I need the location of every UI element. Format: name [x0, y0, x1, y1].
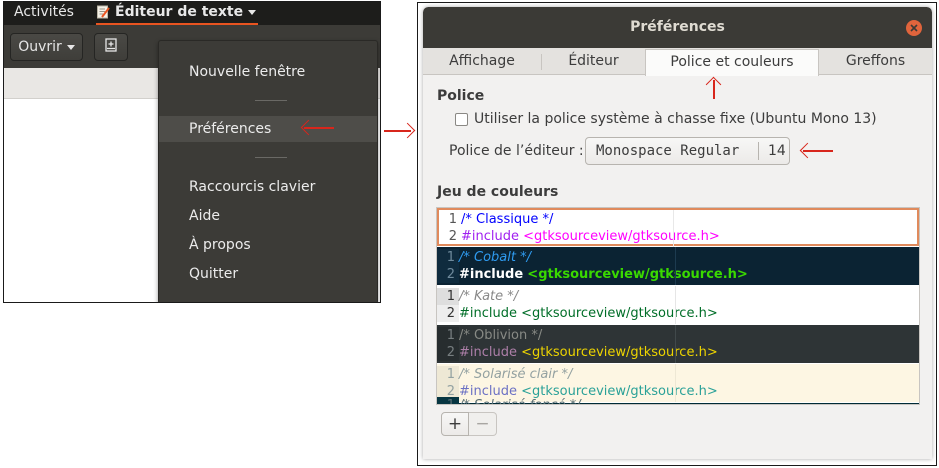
scheme-include: #include — [461, 229, 519, 244]
chevron-down-icon — [248, 9, 257, 15]
line-number: 1 — [437, 366, 459, 383]
scheme-comment: /* Solarisé foncé */ — [459, 397, 581, 404]
scheme-classic[interactable]: 1 /* Classique */ 2 #include <gtksourcevie… — [437, 208, 919, 248]
remove-scheme-button[interactable]: − — [469, 412, 497, 436]
right-margin — [675, 247, 676, 285]
line-number: 1 — [448, 212, 457, 227]
ubuntu-top-bar: Activités Éditeur de texte — [4, 2, 380, 25]
system-mono-option[interactable]: Utiliser la police système à chasse fixe… — [455, 111, 877, 127]
right-margin — [675, 325, 676, 363]
scheme-kate[interactable]: 1/* Kate */ 2 #include <gtksourceview/gtk… — [437, 286, 919, 324]
line-number: 1 — [437, 327, 459, 344]
tab-display[interactable]: Affichage — [423, 48, 541, 75]
scheme-include: #include — [459, 345, 517, 360]
right-margin — [675, 286, 676, 324]
editor-font-label: Police de l’éditeur : — [449, 143, 584, 159]
line-number: 2 — [437, 305, 459, 322]
save-icon — [103, 37, 119, 57]
right-margin — [673, 210, 674, 248]
text-editor-icon — [96, 5, 110, 19]
scheme-include: #include — [459, 306, 517, 321]
scheme-path: <gtksourceview/gtksource.h> — [527, 267, 748, 282]
close-icon — [910, 24, 918, 32]
font-size: 14 — [768, 143, 786, 159]
line-number: 1 — [437, 288, 459, 305]
line-number: 1 — [437, 397, 459, 404]
menu-item-quit[interactable]: Quitter — [159, 261, 377, 287]
annotation-arrow-right — [384, 122, 416, 139]
color-scheme-heading: Jeu de couleurs — [437, 184, 559, 200]
scheme-path: <gtksourceview/gtksource.h> — [521, 306, 718, 321]
tab-font-and-colors[interactable]: Police et couleurs — [645, 49, 819, 76]
annotation-arrow-left — [799, 142, 835, 159]
color-scheme-list[interactable]: 1/* Classique */ 2 #include <gtksourcevie… — [436, 207, 920, 405]
scheme-include: #include — [459, 267, 524, 282]
scheme-comment: /* Kate */ — [459, 289, 519, 304]
font-section-heading: Police — [437, 88, 485, 104]
right-margin — [675, 364, 676, 402]
scheme-path: <gtksourceview/gtksource.h> — [523, 229, 720, 244]
scheme-comment: /* Solarisé clair */ — [459, 367, 573, 382]
tab-editor[interactable]: Éditeur — [542, 48, 645, 75]
font-name: Monospace Regular — [596, 143, 740, 159]
app-menu-button[interactable]: Éditeur de texte — [96, 4, 257, 20]
annotation-arrow-up — [705, 76, 722, 100]
system-mono-label: Utiliser la police système à chasse fixe… — [474, 111, 877, 127]
dialog-titlebar: Préférences — [423, 7, 932, 48]
menu-item-keyboard-shortcuts[interactable]: Raccourcis clavier — [159, 174, 377, 200]
line-number: 2 — [437, 266, 459, 283]
activities-button[interactable]: Activités — [14, 4, 74, 20]
menu-item-new-window[interactable]: Nouvelle fenêtre — [159, 59, 377, 85]
system-mono-checkbox[interactable] — [455, 112, 468, 126]
gedit-window-crop: Activités Éditeur de texte Ouvrir Nouvel… — [3, 1, 381, 303]
app-menu-label: Éditeur de texte — [115, 4, 244, 20]
tab-plugins[interactable]: Greffons — [819, 48, 932, 75]
new-document-button[interactable] — [94, 33, 128, 61]
dialog-title: Préférences — [630, 19, 725, 35]
close-button[interactable] — [906, 20, 922, 36]
scheme-cobalt[interactable]: 1/* Cobalt */ 2 #include <gtksourceview/g… — [437, 247, 919, 285]
scheme-path: <gtksourceview/gtksource.h> — [521, 345, 718, 360]
scheme-comment: /* Cobalt */ — [459, 250, 531, 265]
add-scheme-button[interactable]: + — [441, 412, 469, 436]
scheme-comment: /* Classique */ — [461, 212, 554, 227]
menu-separator — [255, 100, 287, 101]
open-label: Ouvrir — [18, 39, 62, 55]
menu-item-about[interactable]: À propos — [159, 232, 377, 258]
annotation-arrow-left — [300, 119, 336, 136]
menu-item-help[interactable]: Aide — [159, 203, 377, 229]
menu-item-preferences[interactable]: Préférences — [159, 116, 377, 142]
chevron-down-icon — [66, 44, 75, 50]
open-button[interactable]: Ouvrir — [10, 33, 83, 61]
font-chooser-button[interactable]: Monospace Regular 14 — [585, 137, 790, 165]
preferences-dialog: Préférences Affichage Éditeur Police et … — [423, 7, 932, 459]
line-number: 2 — [448, 229, 457, 244]
menu-separator — [255, 157, 287, 158]
preferences-tabs: Affichage Éditeur Police et couleurs Gre… — [423, 48, 932, 76]
scheme-oblivion[interactable]: 1/* Oblivion */ 2 #include <gtksourceview… — [437, 325, 919, 363]
scheme-solarized-dark[interactable]: 1/* Solarisé foncé */ — [437, 397, 919, 404]
line-number: 1 — [437, 249, 459, 266]
line-number: 2 — [437, 344, 459, 361]
scheme-comment: /* Oblivion */ — [459, 328, 543, 343]
app-menu-dropdown: Nouvelle fenêtre Préférences Raccourcis … — [158, 40, 378, 302]
